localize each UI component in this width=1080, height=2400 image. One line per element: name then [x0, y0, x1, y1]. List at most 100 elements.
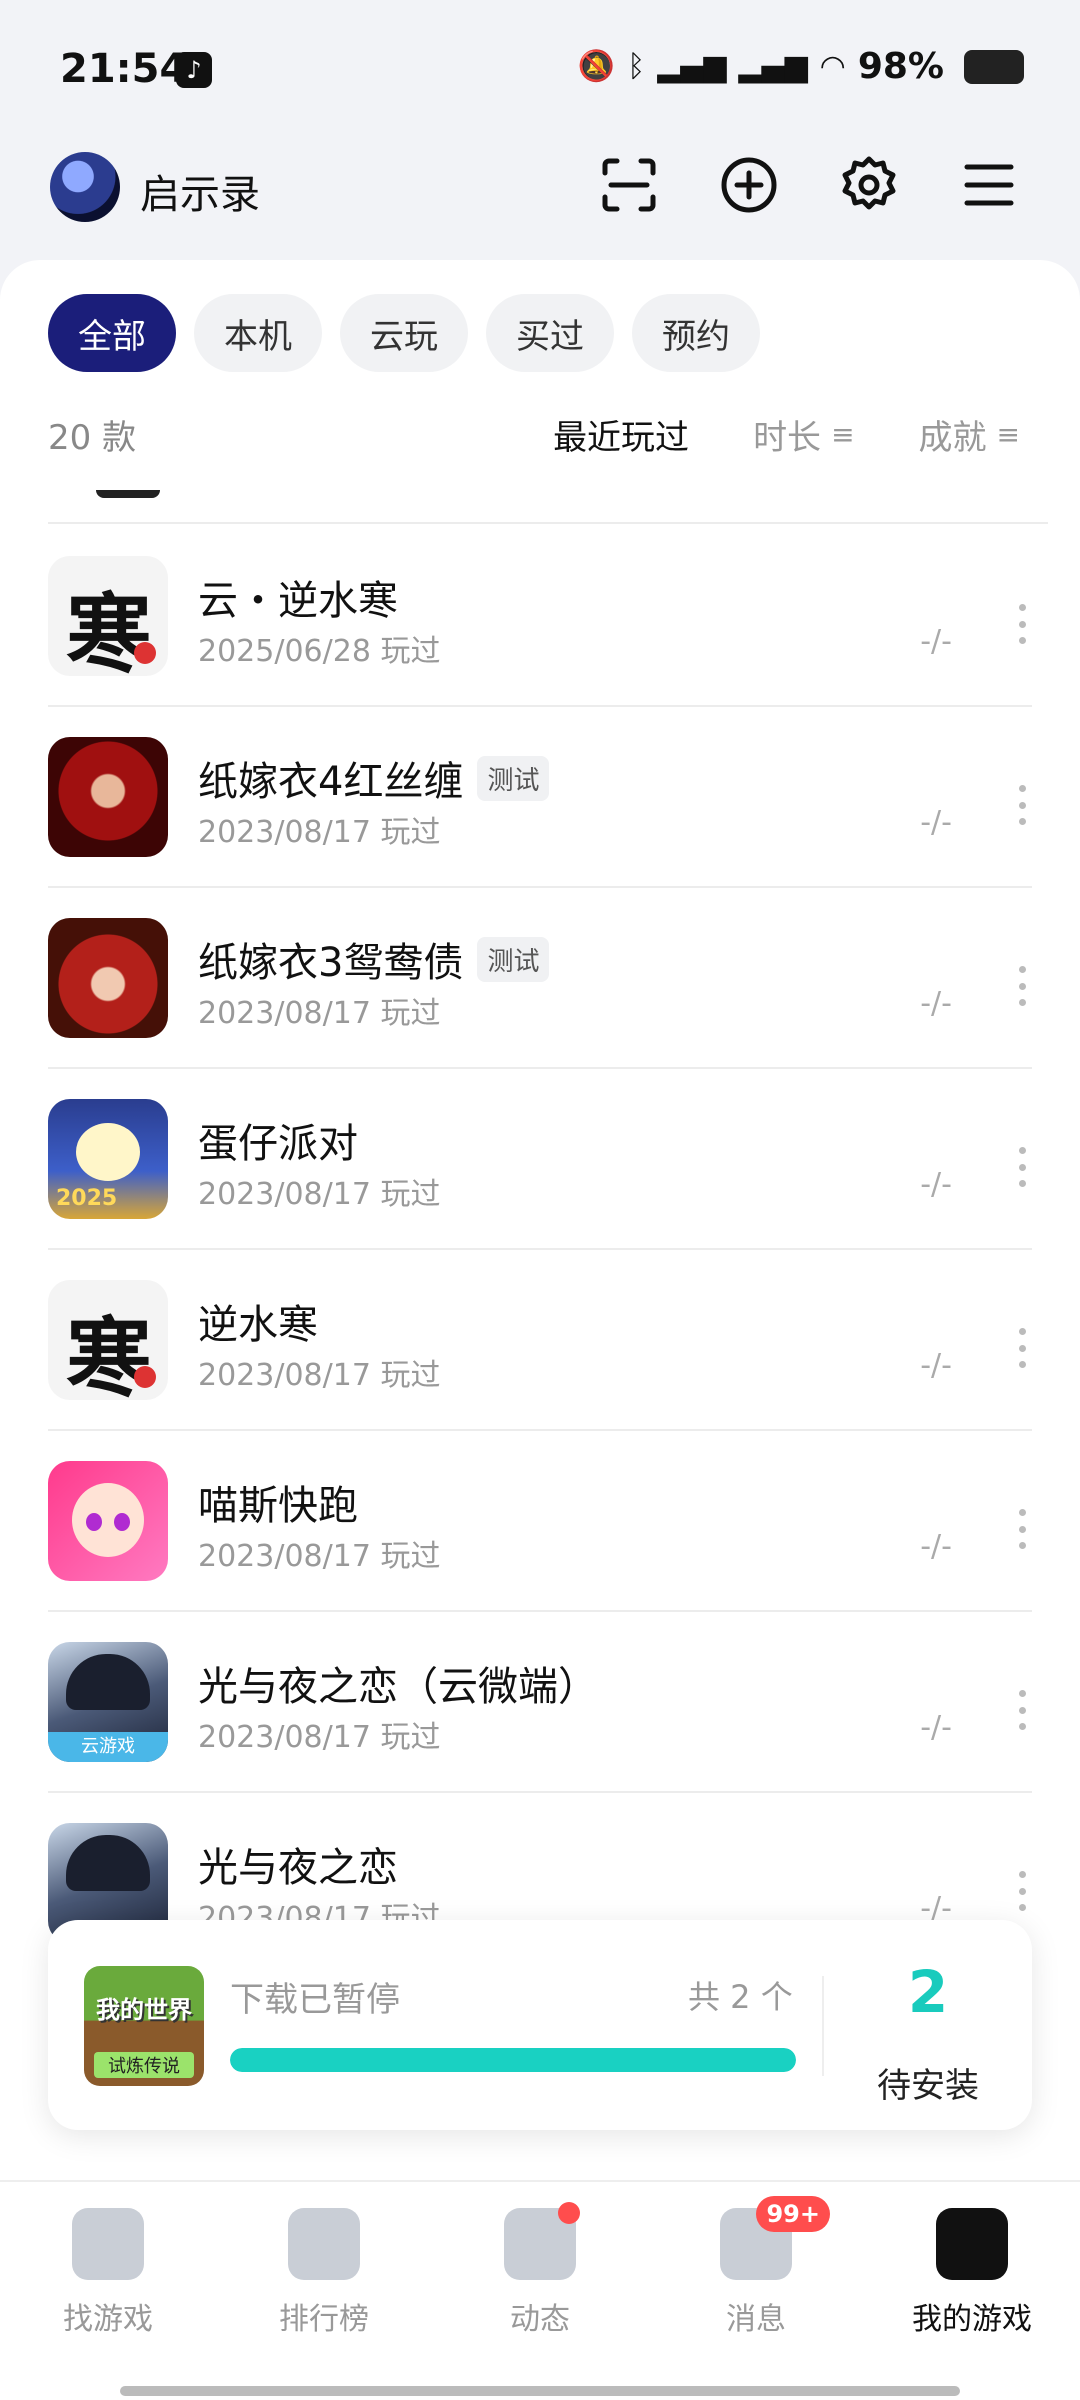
game-name: 云・逆水寒	[198, 568, 398, 626]
nav-label: 排行榜	[279, 2302, 369, 2337]
find-games-icon	[72, 2208, 144, 2280]
test-tag: 测试	[477, 755, 550, 801]
games-panel: 全部 本机 云玩 买过 预约 20 款 最近玩过 时长 ≡ 成就 ≡ 寒 云・逆水寒…	[0, 260, 1080, 2180]
more-options-icon[interactable]	[1012, 604, 1032, 644]
home-indicator[interactable]	[120, 2386, 960, 2396]
nav-feed[interactable]: 动态	[432, 2202, 648, 2338]
character-hair	[66, 1835, 150, 1891]
header: 启示录	[0, 140, 1080, 260]
menu-button[interactable]	[954, 150, 1024, 220]
notification-dot	[558, 2202, 580, 2224]
game-name: 逆水寒	[198, 1292, 318, 1350]
feed-icon	[504, 2202, 580, 2280]
nav-messages[interactable]: 99+ 消息	[648, 2196, 864, 2338]
list-item[interactable]: 云游戏 光与夜之恋（云微端） 2023/08/17 玩过 -/-	[48, 1612, 1032, 1793]
sort-recent[interactable]: 最近玩过	[553, 410, 689, 459]
settings-button[interactable]	[834, 150, 904, 220]
nav-label: 动态	[510, 2302, 570, 2337]
list-item[interactable]: 寒 云・逆水寒 2025/06/28 玩过 -/-	[48, 526, 1032, 707]
list-item[interactable]: 2025 蛋仔派对 2023/08/17 玩过 -/-	[48, 1069, 1032, 1250]
more-options-icon[interactable]	[1012, 1509, 1032, 1549]
signal-5g-icon-2: ▂▄▆	[738, 49, 808, 84]
character-eye	[114, 1513, 130, 1531]
more-options-icon[interactable]	[1012, 966, 1032, 1006]
nav-rankings[interactable]: 排行榜	[216, 2208, 432, 2338]
game-icon	[48, 918, 168, 1038]
nav-find-games[interactable]: 找游戏	[0, 2208, 216, 2338]
filter-chips: 全部 本机 云玩 买过 预约	[48, 294, 760, 372]
gamepad-icon	[936, 2208, 1008, 2280]
add-icon	[721, 157, 777, 213]
more-options-icon[interactable]	[1012, 1328, 1032, 1368]
game-icon	[48, 737, 168, 857]
download-game-icon: 我的世界 试炼传说	[84, 1966, 204, 2086]
seal-mark	[134, 1366, 156, 1388]
game-duration: -/-	[920, 624, 952, 659]
game-icon: 云游戏	[48, 1642, 168, 1762]
scan-button[interactable]	[594, 150, 664, 220]
game-count: 20 款	[48, 418, 137, 458]
more-options-icon[interactable]	[1012, 1147, 1032, 1187]
game-name: 纸嫁衣4红丝缠 测试	[198, 749, 550, 807]
sort-achievement[interactable]: 成就 ≡	[919, 410, 1020, 459]
mute-icon: 🔕	[577, 49, 616, 84]
game-title: 云・逆水寒	[198, 578, 398, 624]
message-badge: 99+	[756, 2196, 830, 2232]
game-icon	[48, 1461, 168, 1581]
add-button[interactable]	[714, 150, 784, 220]
download-status: 下载已暂停	[230, 1980, 400, 2020]
game-duration: -/-	[920, 1710, 952, 1745]
download-card[interactable]: 我的世界 试炼传说 下载已暂停 共 2 个 2 待安装	[48, 1920, 1032, 2130]
game-duration: -/-	[920, 1167, 952, 1202]
game-name: 纸嫁衣3鸳鸯债 测试	[198, 930, 550, 988]
filter-all[interactable]: 全部	[48, 294, 176, 372]
sort-duration-label: 时长	[753, 418, 822, 458]
pending-install-count[interactable]: 2	[824, 1958, 1032, 2026]
nav-label: 我的游戏	[912, 2302, 1032, 2337]
list-item[interactable]: 喵斯快跑 2023/08/17 玩过 -/-	[48, 1431, 1032, 1612]
filter-local[interactable]: 本机	[194, 294, 322, 372]
more-options-icon[interactable]	[1012, 1871, 1032, 1911]
more-options-icon[interactable]	[1012, 1690, 1032, 1730]
battery-percent: 98%	[857, 46, 944, 87]
game-name: 蛋仔派对	[198, 1111, 358, 1169]
filter-purchased[interactable]: 买过	[486, 294, 614, 372]
partial-row-icon	[96, 490, 160, 498]
seal-mark	[134, 642, 156, 664]
game-icon: 寒	[48, 556, 168, 676]
game-title: 光与夜之恋	[198, 1845, 398, 1891]
sort-options: 最近玩过 时长 ≡ 成就 ≡	[553, 410, 1020, 459]
status-icons: 🔕 ᛒ ▂▄▆ ▂▄▆ ◠ 98%	[578, 46, 1024, 87]
game-title: 纸嫁衣3鸳鸯债	[198, 940, 464, 986]
more-options-icon[interactable]	[1012, 785, 1032, 825]
nav-my-games[interactable]: 我的游戏	[864, 2208, 1080, 2338]
bluetooth-icon: ᛒ	[627, 49, 646, 84]
list-item[interactable]: 寒 逆水寒 2023/08/17 玩过 -/-	[48, 1250, 1032, 1431]
game-title: 喵斯快跑	[198, 1483, 358, 1529]
game-duration: -/-	[920, 986, 952, 1021]
game-duration: -/-	[920, 1529, 952, 1564]
filter-cloud[interactable]: 云玩	[340, 294, 468, 372]
character-hair	[66, 1654, 150, 1710]
battery-icon	[964, 49, 1024, 84]
game-name: 喵斯快跑	[198, 1473, 358, 1531]
game-icon-year: 2025	[56, 1186, 118, 1211]
pending-install-label[interactable]: 待安装	[824, 2058, 1032, 2107]
wifi-icon: ◠	[819, 49, 846, 84]
avatar[interactable]	[50, 152, 120, 222]
game-name: 光与夜之恋	[198, 1835, 398, 1893]
game-date: 2023/08/17 玩过	[198, 1539, 441, 1574]
game-name: 光与夜之恋（云微端）	[198, 1654, 598, 1712]
game-icon: 寒	[48, 1280, 168, 1400]
game-date: 2023/08/17 玩过	[198, 1358, 441, 1393]
filter-reserved[interactable]: 预约	[632, 294, 760, 372]
list-item[interactable]: 纸嫁衣3鸳鸯债 测试 2023/08/17 玩过 -/-	[48, 888, 1032, 1069]
signal-5g-icon: ▂▄▆	[657, 49, 727, 84]
username[interactable]: 启示录	[140, 162, 260, 220]
sort-duration[interactable]: 时长 ≡	[753, 410, 854, 459]
download-progress-bar	[230, 2048, 796, 2072]
sort-icon: ≡	[831, 418, 855, 451]
list-item[interactable]: 纸嫁衣4红丝缠 测试 2023/08/17 玩过 -/-	[48, 707, 1032, 888]
game-title: 光与夜之恋（云微端）	[198, 1664, 598, 1710]
game-duration: -/-	[920, 805, 952, 840]
